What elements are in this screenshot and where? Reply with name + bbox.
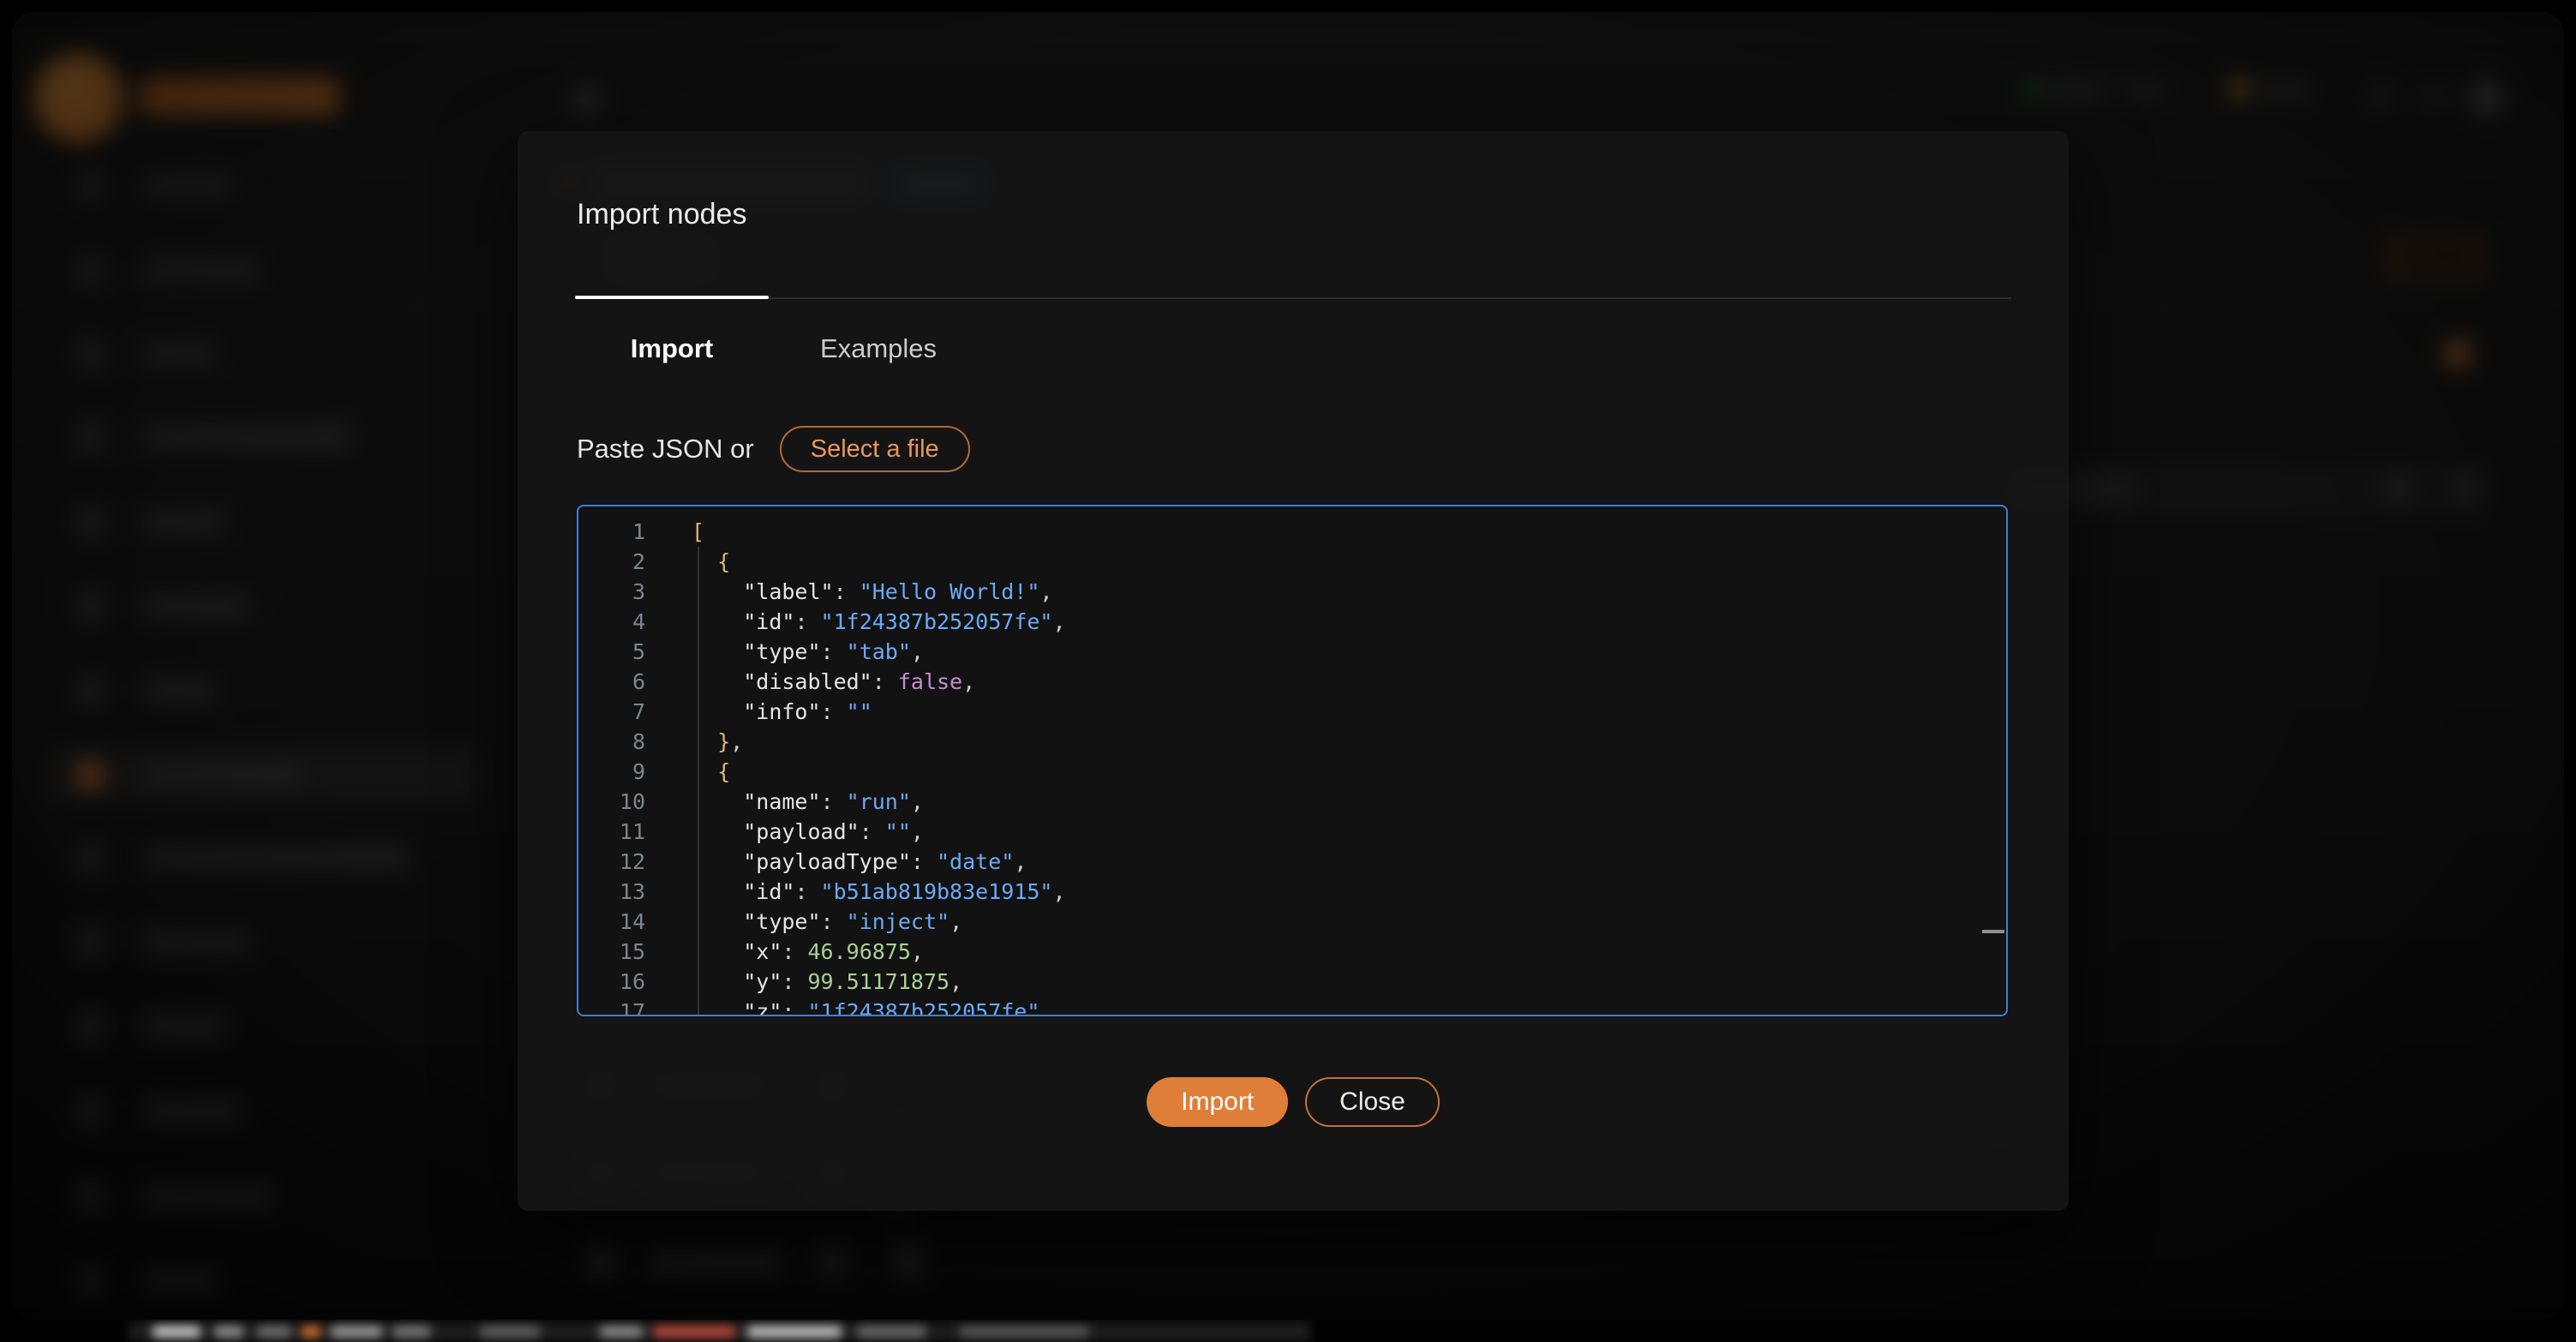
line-number: 3 bbox=[578, 577, 645, 607]
line-number: 14 bbox=[578, 907, 645, 937]
code-text: "name": "run", bbox=[645, 787, 924, 817]
tab-examples[interactable]: Examples bbox=[782, 327, 975, 371]
code-text: "y": 99.51171875, bbox=[645, 967, 962, 997]
line-number: 7 bbox=[578, 697, 645, 727]
line-number: 5 bbox=[578, 637, 645, 667]
editor-line: 3 "label": "Hello World!", bbox=[578, 577, 2006, 607]
dialog-actions: Import Close bbox=[518, 1077, 2069, 1127]
editor-line: 6 "disabled": false, bbox=[578, 667, 2006, 697]
strip-blob bbox=[600, 1326, 643, 1338]
strip-blob bbox=[153, 1326, 201, 1338]
strip-blob bbox=[214, 1326, 243, 1338]
line-number: 13 bbox=[578, 877, 645, 907]
editor-lines: 1[2 {3 "label": "Hello World!",4 "id": "… bbox=[578, 517, 2006, 1016]
code-text: "type": "tab", bbox=[645, 637, 924, 667]
editor-line: 17 "z": "1f24387b252057fe", bbox=[578, 997, 2006, 1016]
line-number: 9 bbox=[578, 757, 645, 787]
line-number: 6 bbox=[578, 667, 645, 697]
code-text: { bbox=[645, 547, 730, 577]
line-number: 2 bbox=[578, 547, 645, 577]
line-number: 16 bbox=[578, 967, 645, 997]
strip-blob bbox=[302, 1326, 321, 1338]
editor-line: 10 "name": "run", bbox=[578, 787, 2006, 817]
code-text: "payloadType": "date", bbox=[645, 847, 1027, 877]
editor-line: 7 "info": "" bbox=[578, 697, 2006, 727]
overview-ruler-mark bbox=[1982, 930, 2004, 933]
editor-line: 11 "payload": "", bbox=[578, 817, 2006, 847]
code-text: "x": 46.96875, bbox=[645, 937, 924, 967]
strip-blob bbox=[331, 1326, 382, 1338]
code-text: "disabled": false, bbox=[645, 667, 975, 697]
strip-blob bbox=[857, 1326, 926, 1338]
paste-row: Paste JSON or Select a file bbox=[577, 423, 970, 475]
code-text: "type": "inject", bbox=[645, 907, 962, 937]
editor-line: 1[ bbox=[578, 517, 2006, 547]
strip-blob bbox=[960, 1326, 1088, 1338]
line-number: 15 bbox=[578, 937, 645, 967]
strip-blob bbox=[653, 1326, 735, 1338]
code-text: "z": "1f24387b252057fe", bbox=[645, 997, 1052, 1016]
line-number: 10 bbox=[578, 787, 645, 817]
code-text: "label": "Hello World!", bbox=[645, 577, 1052, 607]
line-number: 12 bbox=[578, 847, 645, 877]
close-button[interactable]: Close bbox=[1305, 1077, 1440, 1127]
editor-line: 12 "payloadType": "date", bbox=[578, 847, 2006, 877]
editor-line: 14 "type": "inject", bbox=[578, 907, 2006, 937]
strip-blob bbox=[392, 1326, 430, 1338]
line-number: 4 bbox=[578, 607, 645, 637]
dialog-title: Import nodes bbox=[577, 198, 746, 231]
editor-line: 8 }, bbox=[578, 727, 2006, 757]
code-text: "payload": "", bbox=[645, 817, 924, 847]
json-code-editor[interactable]: 1[2 {3 "label": "Hello World!",4 "id": "… bbox=[577, 505, 2008, 1016]
import-button[interactable]: Import bbox=[1147, 1077, 1288, 1127]
editor-line: 5 "type": "tab", bbox=[578, 637, 2006, 667]
tab-baseline bbox=[575, 297, 2011, 299]
background-window-strip bbox=[0, 1318, 2576, 1342]
import-nodes-dialog: Import nodes Import Examples Paste JSON … bbox=[518, 131, 2069, 1211]
strip-blob bbox=[480, 1326, 540, 1338]
editor-line: 15 "x": 46.96875, bbox=[578, 937, 2006, 967]
code-text: [ bbox=[645, 517, 704, 547]
code-text: }, bbox=[645, 727, 743, 757]
editor-line: 16 "y": 99.51171875, bbox=[578, 967, 2006, 997]
active-tab-indicator bbox=[575, 296, 769, 299]
paste-json-label: Paste JSON or bbox=[577, 434, 754, 464]
editor-line: 9 { bbox=[578, 757, 2006, 787]
screen: Import nodes Import Examples Paste JSON … bbox=[0, 0, 2576, 1342]
select-file-button[interactable]: Select a file bbox=[780, 426, 970, 472]
editor-line: 4 "id": "1f24387b252057fe", bbox=[578, 607, 2006, 637]
line-number: 1 bbox=[578, 517, 645, 547]
app-window: Import nodes Import Examples Paste JSON … bbox=[12, 12, 2564, 1320]
tab-import[interactable]: Import bbox=[575, 327, 769, 371]
strip-blob bbox=[747, 1326, 842, 1338]
line-number: 17 bbox=[578, 997, 645, 1016]
line-number: 11 bbox=[578, 817, 645, 847]
code-text: "info": "" bbox=[645, 697, 872, 727]
editor-line: 13 "id": "b51ab819b83e1915", bbox=[578, 877, 2006, 907]
editor-line: 2 { bbox=[578, 547, 2006, 577]
line-number: 8 bbox=[578, 727, 645, 757]
code-text: { bbox=[645, 757, 730, 787]
strip-blob bbox=[257, 1326, 291, 1338]
code-text: "id": "b51ab819b83e1915", bbox=[645, 877, 1066, 907]
code-text: "id": "1f24387b252057fe", bbox=[645, 607, 1066, 637]
